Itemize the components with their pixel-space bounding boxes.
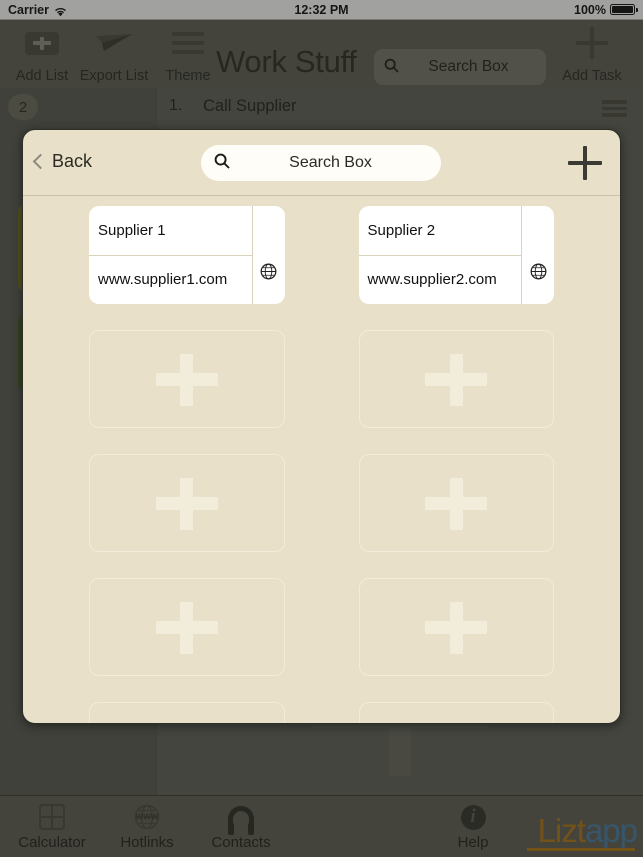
hotlink-open-button[interactable] — [521, 206, 554, 304]
hotlink-card-main: Supplier 2 www.supplier2.com — [358, 206, 521, 304]
modal-search-placeholder: Search Box — [289, 154, 372, 171]
modal-search-input[interactable]: Search Box — [201, 145, 441, 181]
hotlink-card-empty[interactable] — [358, 330, 554, 428]
hotlink-card-main: Supplier 1 www.supplier1.com — [89, 206, 252, 304]
globe-icon-svg — [530, 263, 546, 280]
hotlink-card[interactable]: Supplier 2 www.supplier2.com — [358, 206, 554, 304]
back-button[interactable]: Back — [32, 151, 93, 172]
hotlink-card[interactable]: Supplier 1 www.supplier1.com — [89, 206, 285, 304]
hotlink-card-empty[interactable] — [89, 578, 285, 676]
hotlink-card-empty[interactable] — [89, 454, 285, 552]
modal-body: Supplier 1 www.supplier1.com Supplier 2 www… — [23, 197, 620, 723]
hotlink-open-button[interactable] — [251, 206, 285, 304]
hotlink-card-empty[interactable] — [358, 702, 554, 723]
globe-icon — [530, 263, 547, 285]
hotlinks-modal: Back Search Box Supplier 1 www.supplier1.… — [22, 129, 621, 724]
hotlink-url: www.supplier1.com — [98, 271, 228, 289]
search-icon — [214, 153, 230, 174]
hotlink-card-empty[interactable] — [89, 702, 285, 723]
hotlink-card-empty[interactable] — [358, 454, 554, 552]
hotlink-name: Supplier 2 — [358, 206, 521, 256]
hotlink-card-grid: Supplier 1 www.supplier1.com Supplier 2 www… — [23, 206, 620, 723]
globe-icon-svg — [260, 263, 277, 280]
hotlink-card-empty[interactable] — [358, 578, 554, 676]
chevron-left-icon — [32, 153, 49, 170]
hotlink-url: www.supplier2.com — [367, 271, 497, 289]
hotlink-card-empty[interactable] — [89, 330, 285, 428]
hotlink-name: Supplier 1 — [89, 206, 252, 256]
add-hotlink-button[interactable] — [568, 146, 602, 180]
back-label: Back — [52, 151, 93, 171]
modal-header: Back Search Box — [23, 130, 620, 196]
globe-icon — [260, 263, 277, 285]
